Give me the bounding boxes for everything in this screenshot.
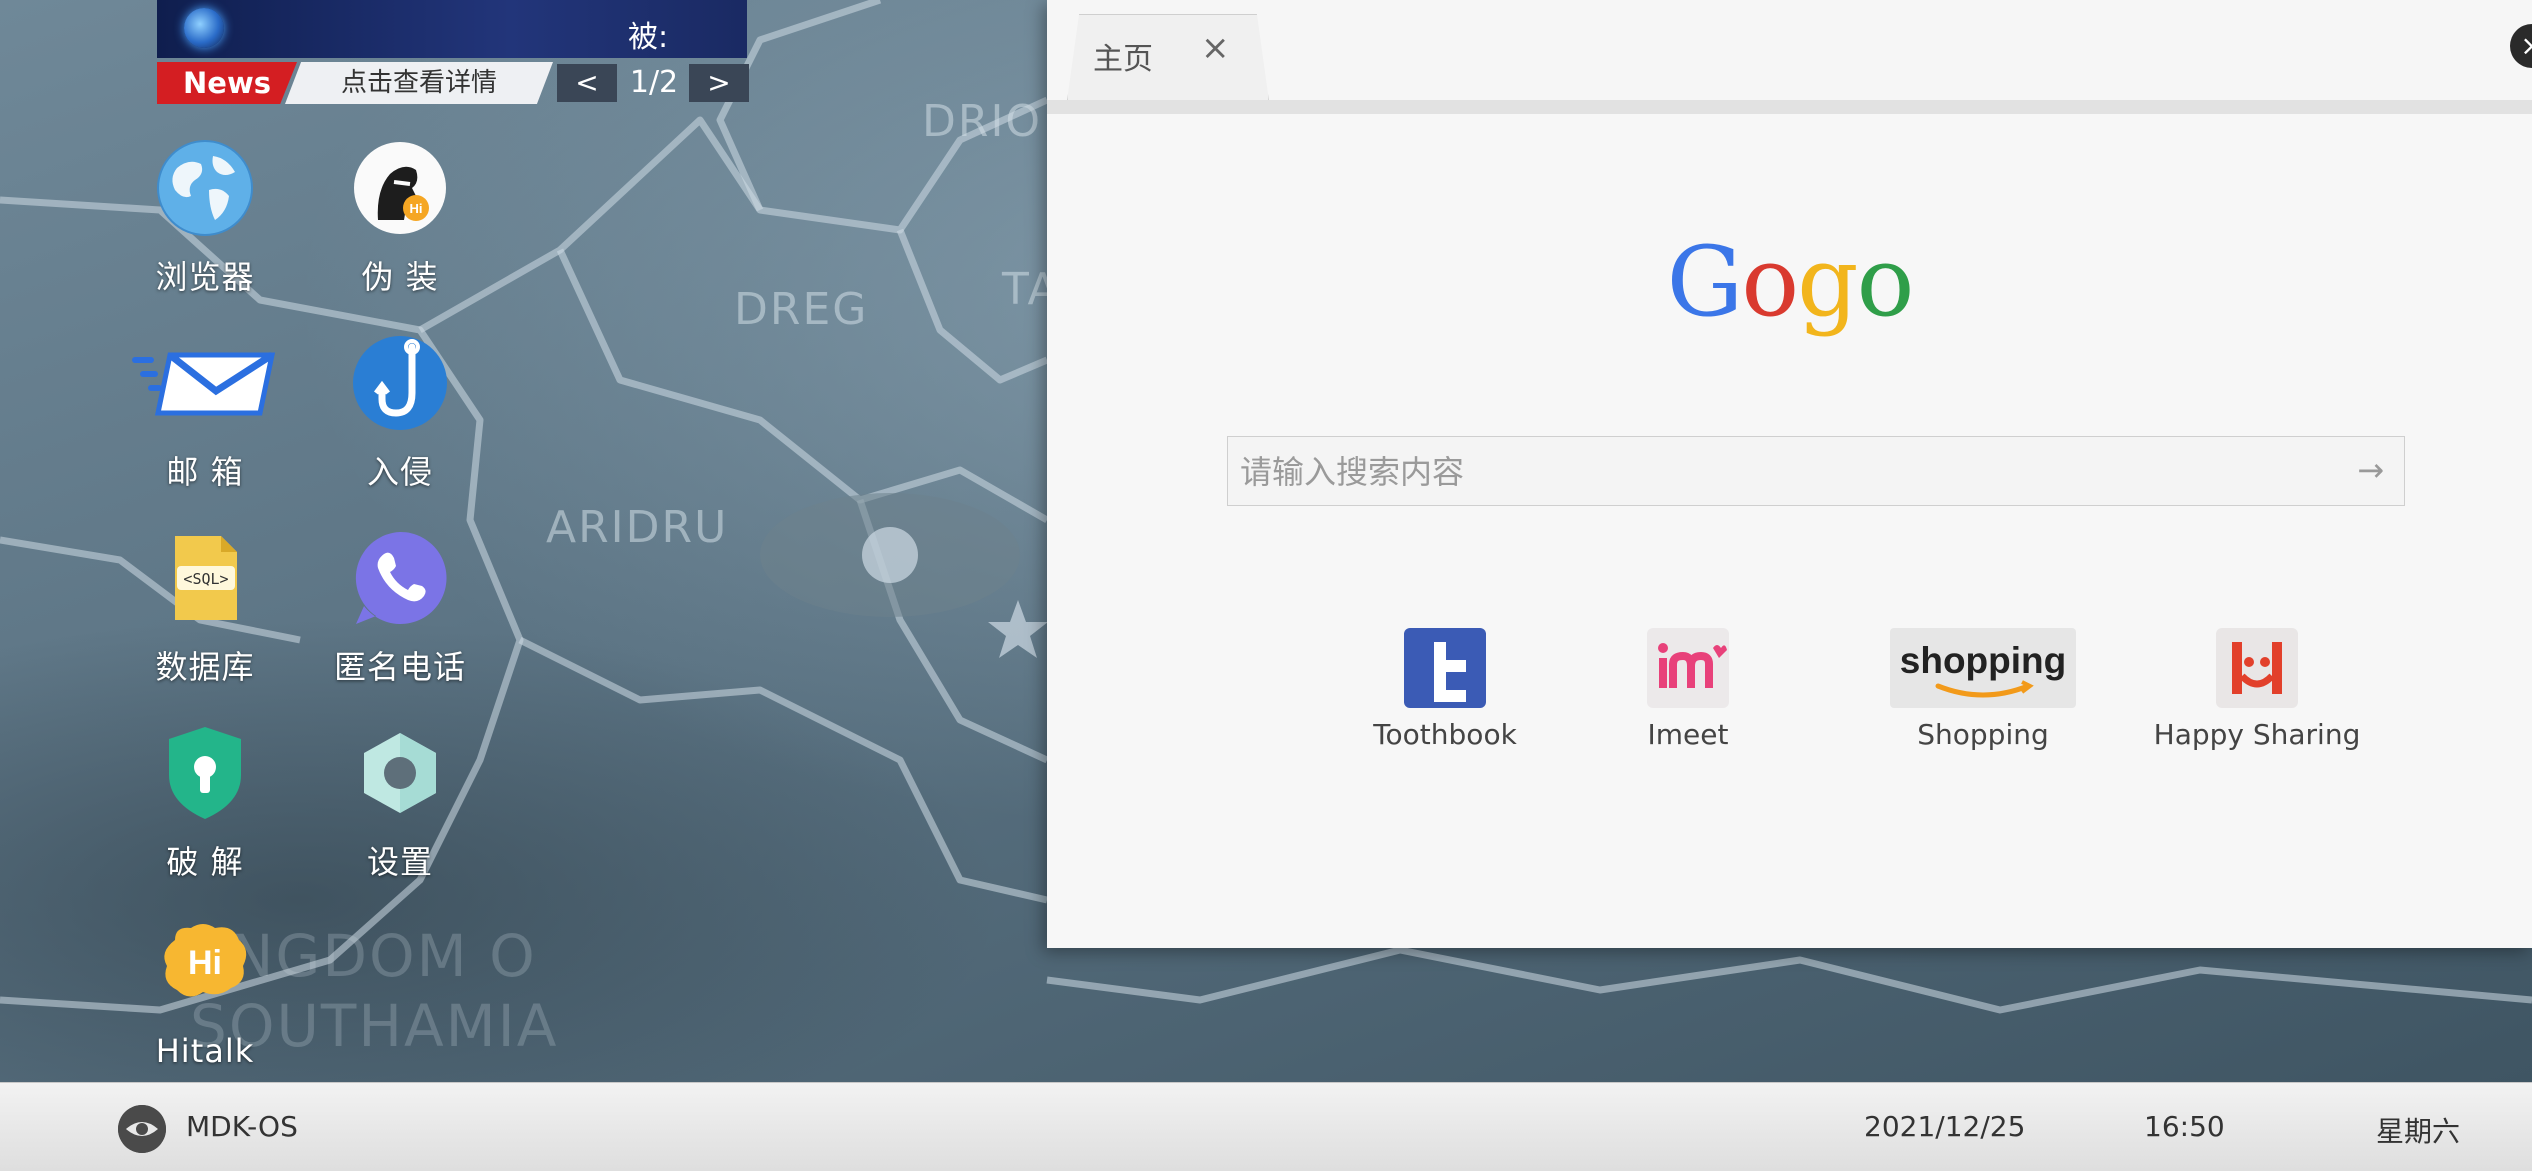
app-label: 入侵: [366, 453, 433, 491]
news-headline[interactable]: 被:: [628, 12, 668, 56]
news-ticker: News 点击查看详情 < 1/2 >: [157, 62, 757, 104]
app-crack[interactable]: 破 解: [110, 723, 300, 883]
globe-icon: [155, 138, 255, 238]
hex-gear-icon: [350, 723, 450, 823]
app-anonymous-phone[interactable]: 匿名电话: [305, 528, 495, 688]
close-icon: ×: [2520, 29, 2532, 62]
app-label: 伪 装: [361, 258, 439, 296]
taskbar: MDK-OS 2021/12/25 16:50 星期六: [0, 1082, 2532, 1171]
shortcut-imeet[interactable]: Imeet: [1578, 628, 1798, 751]
shortcut-toothbook[interactable]: Toothbook: [1335, 628, 1555, 751]
shortcut-shopping[interactable]: shopping Shopping: [1873, 628, 2093, 751]
map-label: DRIO: [922, 96, 1043, 147]
logo-letter: g: [1797, 226, 1858, 338]
app-label: 匿名电话: [333, 648, 466, 686]
shortcut-label: Happy Sharing: [2153, 718, 2361, 751]
phone-icon: [350, 528, 450, 628]
shortcut-label: Imeet: [1647, 718, 1729, 751]
app-label: 数据库: [155, 648, 255, 686]
os-eye-icon[interactable]: [118, 1105, 166, 1153]
keyhole-shield-icon: [155, 723, 255, 823]
taskbar-time: 16:50: [2144, 1110, 2225, 1143]
shortcut-label: Toothbook: [1373, 718, 1517, 751]
news-tag: News: [157, 62, 297, 104]
app-disguise[interactable]: Hi 伪 装: [305, 138, 495, 298]
toolbar-divider: [1047, 100, 2532, 114]
hook-icon: [350, 333, 450, 433]
imeet-icon: [1578, 628, 1798, 708]
news-page-indicator: 1/2: [629, 65, 679, 100]
shortcut-happy-sharing[interactable]: Happy Sharing: [2122, 628, 2392, 751]
logo-letter: o: [1741, 226, 1799, 338]
arrow-right-icon[interactable]: →: [2357, 451, 2384, 489]
os-name[interactable]: MDK-OS: [186, 1110, 298, 1143]
app-hitalk[interactable]: Hi Hitalk: [110, 918, 300, 1070]
happy-sharing-icon: [2122, 628, 2392, 708]
logo-letter: G: [1666, 226, 1744, 338]
svg-text:Hi: Hi: [410, 201, 423, 216]
app-label: Hitalk: [155, 1032, 255, 1070]
app-browser[interactable]: 浏览器: [110, 138, 300, 298]
map-label: ARIDRU: [546, 502, 729, 553]
tab-close-icon[interactable]: ×: [1201, 28, 1230, 68]
tab-strip: 主页 ×: [1047, 0, 2532, 101]
svg-text:Hi: Hi: [188, 944, 222, 982]
mail-icon: [132, 333, 276, 433]
news-next-button[interactable]: >: [689, 64, 749, 102]
search-engine-logo: Gogo: [1047, 226, 2532, 338]
logo-letter: o: [1856, 226, 1915, 338]
search-box[interactable]: →: [1227, 436, 2405, 507]
app-intrusion[interactable]: 入侵: [305, 333, 495, 493]
app-label: 邮 箱: [166, 453, 244, 491]
app-database[interactable]: <SQL> 数据库: [110, 528, 300, 688]
tab-label: 主页: [1093, 42, 1153, 77]
browser-window: 主页 × Gogo → Toothbook: [1047, 0, 2532, 948]
search-input[interactable]: [1238, 437, 2342, 507]
app-label: 设置: [366, 843, 433, 881]
chevron-left-icon: <: [575, 66, 599, 99]
taskbar-date: 2021/12/25: [1864, 1110, 2026, 1143]
svg-text:<SQL>: <SQL>: [183, 570, 228, 588]
app-mail[interactable]: 邮 箱: [110, 333, 300, 493]
hi-bubble-icon: Hi: [155, 918, 255, 1018]
toothbook-icon: [1335, 628, 1555, 708]
taskbar-weekday: 星期六: [2376, 1115, 2461, 1148]
browser-page: Gogo → Toothbook: [1047, 114, 2532, 948]
shopping-icon: shopping: [1890, 628, 2076, 708]
app-label: 破 解: [166, 843, 244, 881]
app-settings[interactable]: 设置: [305, 723, 495, 883]
sql-file-icon: <SQL>: [155, 528, 255, 628]
news-globe-icon: [184, 8, 224, 48]
news-prev-button[interactable]: <: [557, 64, 617, 102]
map-label: DREG: [734, 284, 869, 335]
app-label: 浏览器: [155, 258, 255, 296]
shortcut-label: Shopping: [1917, 718, 2049, 751]
news-detail-link[interactable]: 点击查看详情: [285, 62, 553, 104]
chevron-right-icon: >: [707, 66, 731, 99]
disguise-icon: Hi: [350, 138, 450, 238]
